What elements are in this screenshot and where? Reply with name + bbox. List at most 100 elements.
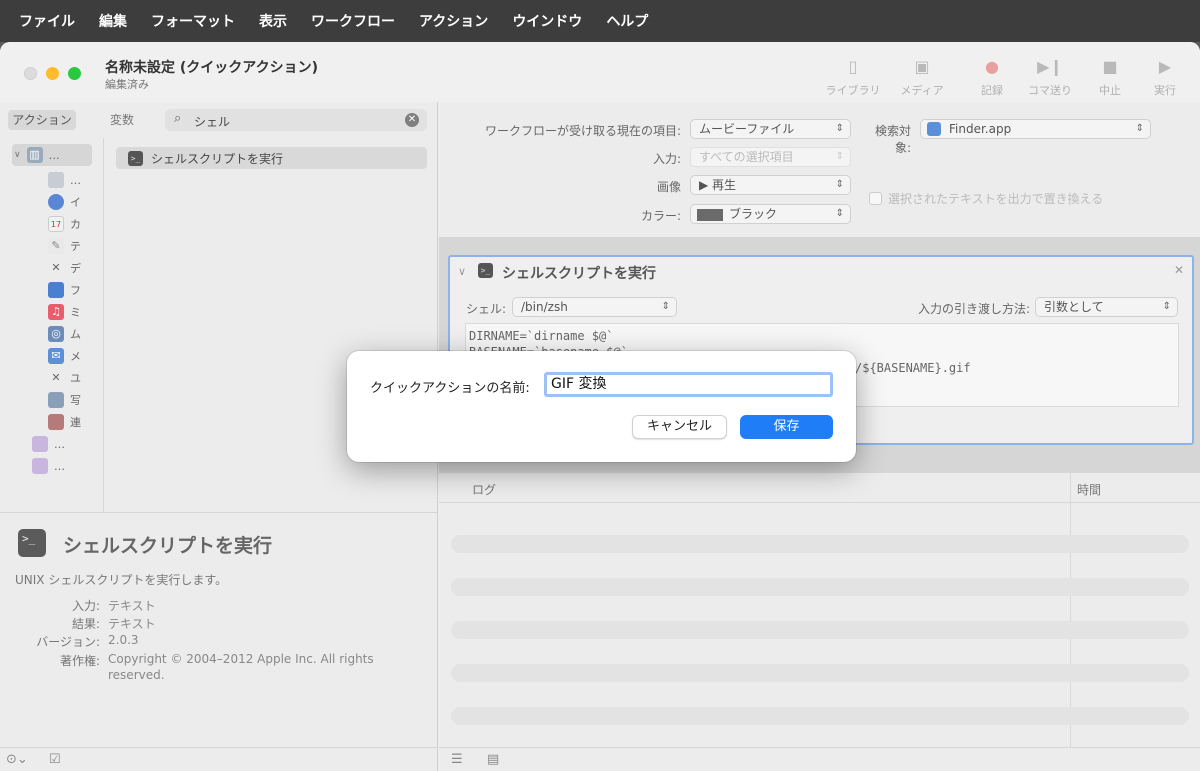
window-close-button[interactable] <box>24 67 37 80</box>
chevron-updown-icon: ⇕ <box>835 179 844 190</box>
time-column-header[interactable]: 時間 <box>1077 481 1101 498</box>
menu-window[interactable]: ウインドウ <box>500 11 594 31</box>
tree-item[interactable]: … <box>32 456 65 476</box>
text-edit-icon: ✎ <box>48 238 64 254</box>
menu-bar: ファイル 編集 フォーマット 表示 ワークフロー アクション ウインドウ ヘルプ <box>0 0 1200 42</box>
input-label: 入力: <box>652 152 681 166</box>
input-popup: すべての選択項目 ⇕ <box>690 147 851 167</box>
tree-item[interactable]: ✉ メ <box>48 346 81 366</box>
workflow-settings: ワークフローが受け取る現在の項目: ムービーファイル ⇕ 検索対象: Finde… <box>439 102 1200 237</box>
sidebar-icon: ▯ <box>848 57 858 76</box>
movie-icon: ◎ <box>48 326 64 342</box>
log-row <box>451 621 1189 639</box>
run-button[interactable]: ▶ 実行 <box>1133 56 1197 98</box>
chevron-updown-icon: ⇕ <box>835 151 844 162</box>
tree-item-library[interactable]: ∨ ▥ … <box>12 144 92 166</box>
step-forward-icon: ▶❙ <box>1037 57 1063 76</box>
window-zoom-button[interactable] <box>68 67 81 80</box>
shell-label: シェル: <box>466 302 507 316</box>
input-value: テキスト <box>108 599 156 613</box>
log-column-header[interactable]: ログ <box>472 481 496 498</box>
tree-item[interactable]: ✕ デ <box>48 258 81 278</box>
tree-item[interactable]: ✕ ユ <box>48 368 81 388</box>
version-key: バージョン: <box>36 635 100 649</box>
window-title: 名称未設定 (クイックアクション) <box>105 60 318 76</box>
library-icon: ▥ <box>26 147 43 163</box>
menu-view[interactable]: 表示 <box>247 11 299 31</box>
record-icon: ● <box>985 57 999 76</box>
tree-item[interactable]: ♫ ミ <box>48 302 81 322</box>
menu-format[interactable]: フォーマット <box>139 11 247 31</box>
image-popup[interactable]: ▶ 再生 ⇕ <box>690 175 851 195</box>
menu-workflow[interactable]: ワークフロー <box>299 11 407 31</box>
save-button[interactable]: 保存 <box>740 415 833 439</box>
tree-item[interactable]: 連 <box>48 412 81 432</box>
folder-icon <box>32 436 48 452</box>
contacts-icon <box>48 414 64 430</box>
media-button[interactable]: ▣ メディア <box>890 56 954 98</box>
clear-search-icon[interactable]: ✕ <box>405 113 419 127</box>
input-key: 入力: <box>71 599 100 613</box>
receives-popup[interactable]: ムービーファイル ⇕ <box>690 119 851 139</box>
library-button[interactable]: ▯ ライブラリ <box>821 56 885 98</box>
chevron-updown-icon: ⇕ <box>1162 301 1171 312</box>
shell-popup[interactable]: /bin/zsh ⇕ <box>512 297 677 317</box>
tree-item[interactable]: … <box>48 170 81 190</box>
color-popup[interactable]: ブラック ⇕ <box>690 204 851 224</box>
search-target-popup[interactable]: Finder.app ⇕ <box>920 119 1151 139</box>
copyright-value: Copyright © 2004–2012 Apple Inc. All rig… <box>108 652 374 666</box>
cancel-button[interactable]: キャンセル <box>632 415 727 439</box>
chevron-down-icon[interactable]: ∨ <box>458 265 466 278</box>
workflow-footer: ☰ ▤ <box>439 747 1200 771</box>
log-row <box>451 707 1189 725</box>
replace-checkbox[interactable]: 選択されたテキストを出力で置き換える <box>869 190 1103 207</box>
chevron-updown-icon: ⇕ <box>1135 123 1144 134</box>
quick-action-name-input[interactable]: GIF 変換 <box>544 372 833 397</box>
version-value: 2.0.3 <box>108 633 139 647</box>
action-card-title: シェルスクリプトを実行 <box>502 266 656 282</box>
tree-item[interactable]: フ <box>48 280 81 300</box>
search-input-value[interactable]: シェル <box>194 113 230 130</box>
tree-item[interactable]: ◎ ム <box>48 324 81 344</box>
description-toggle-icon[interactable]: ☑ <box>49 752 61 767</box>
split-view-icon[interactable]: ▤ <box>487 752 499 767</box>
library-footer: ⊙⌄ ☑ <box>0 747 438 771</box>
search-icon: ⌕ <box>174 111 182 126</box>
log-header: ログ 時間 <box>439 473 1200 503</box>
menu-edit[interactable]: 編集 <box>87 11 139 31</box>
close-icon[interactable]: ✕ <box>1174 263 1184 277</box>
tab-variables[interactable]: 変数 <box>100 110 144 130</box>
tree-item[interactable]: イ <box>48 192 81 212</box>
action-list-item[interactable]: >_ シェルスクリプトを実行 <box>116 147 427 169</box>
tree-item[interactable]: ✎ テ <box>48 236 81 256</box>
window-minimize-button[interactable] <box>46 67 59 80</box>
finder-icon <box>927 122 941 136</box>
menu-file[interactable]: ファイル <box>7 11 87 31</box>
tree-item[interactable]: 写 <box>48 390 81 410</box>
utilities-icon: ✕ <box>51 371 61 384</box>
pass-input-popup[interactable]: 引数として ⇕ <box>1035 297 1178 317</box>
step-button[interactable]: ▶❙ コマ送り <box>1018 56 1082 98</box>
list-view-icon[interactable]: ☰ <box>451 752 463 767</box>
tree-item[interactable]: … <box>32 434 65 454</box>
chevron-down-icon: ∨ <box>14 150 21 160</box>
image-label: 画像 <box>656 180 681 194</box>
log-row <box>451 578 1189 596</box>
log-panel: ログ 時間 <box>439 473 1200 747</box>
description-title: シェルスクリプトを実行 <box>63 535 273 557</box>
log-row <box>451 664 1189 682</box>
tab-actions[interactable]: アクション <box>8 110 76 130</box>
search-field[interactable]: ⌕ シェル ✕ <box>165 109 427 131</box>
menu-help[interactable]: ヘルプ <box>594 11 660 31</box>
record-button[interactable]: ● 記録 <box>960 56 1024 98</box>
globe-icon <box>48 194 64 210</box>
library-tree: ∨ ▥ … … イ 17 カ ✎ テ ✕ デ フ ♫ ミ ◎ ム ✉ メ ✕ ユ 写 連 … … <box>0 138 104 512</box>
tree-item[interactable]: 17 カ <box>48 214 81 234</box>
log-row <box>451 535 1189 553</box>
play-icon: ▶ <box>1158 57 1172 76</box>
more-options-icon[interactable]: ⊙⌄ <box>6 752 28 767</box>
document-icon <box>48 172 64 188</box>
description-panel: >_ シェルスクリプトを実行 UNIX シェルスクリプトを実行します。 入力: … <box>0 512 438 747</box>
search-target-label: 検索対象: <box>874 124 911 155</box>
menu-action[interactable]: アクション <box>407 11 500 31</box>
